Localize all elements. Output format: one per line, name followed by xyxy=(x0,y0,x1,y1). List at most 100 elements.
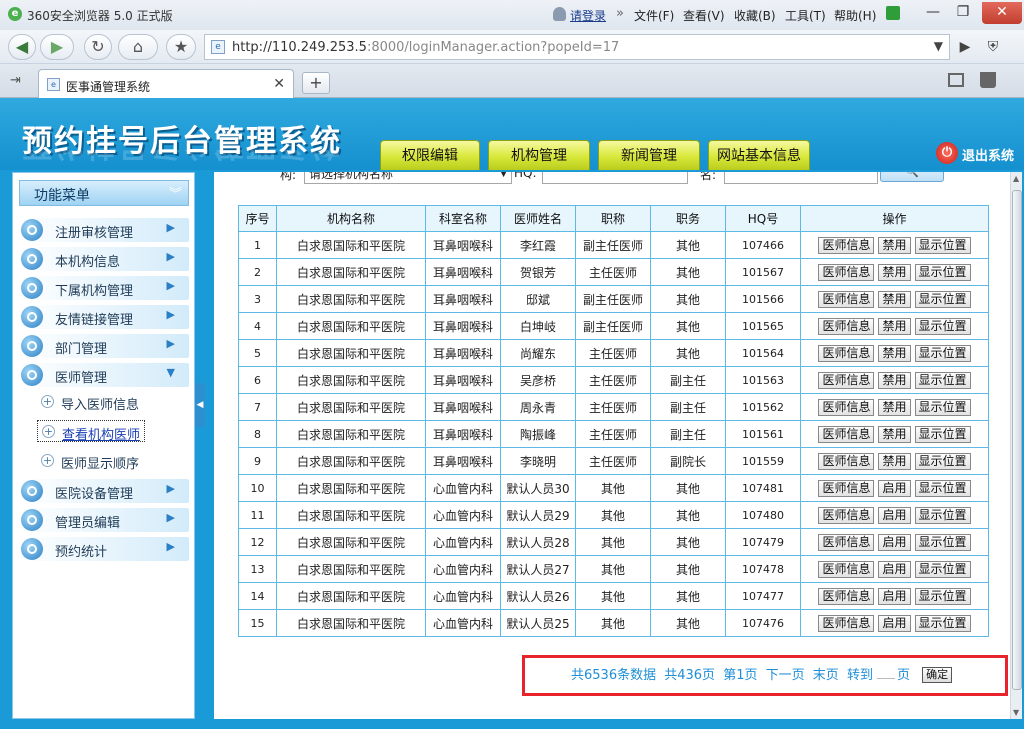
sidebar-item-links[interactable]: 友情链接管理 ▶ xyxy=(19,305,189,329)
sidebar-header[interactable]: 功能菜单 ︾ xyxy=(19,180,189,206)
toggle-status-button[interactable]: 禁用 xyxy=(878,371,911,389)
login-link[interactable]: 请登录 xyxy=(570,7,606,24)
window-switch-icon[interactable] xyxy=(948,73,964,87)
forward-button[interactable]: ▶ xyxy=(40,34,74,60)
toggle-status-button[interactable]: 禁用 xyxy=(878,236,911,254)
menu-favorites[interactable]: 收藏(B) xyxy=(734,7,776,24)
doctor-info-button[interactable]: 医师信息 xyxy=(818,614,875,632)
scroll-down-icon[interactable]: ▼ xyxy=(1013,708,1019,717)
menu-file[interactable]: 文件(F) xyxy=(634,7,674,24)
minimize-button[interactable]: — xyxy=(918,2,948,24)
chevron-down-icon[interactable]: ▼ xyxy=(934,39,943,53)
sidebar-item-admin-edit[interactable]: 管理员编辑 ▶ xyxy=(19,508,189,532)
show-location-button[interactable]: 显示位置 xyxy=(914,587,971,605)
page-scrollbar[interactable]: ▲ ▼ xyxy=(1010,172,1022,719)
show-location-button[interactable]: 显示位置 xyxy=(914,614,971,632)
show-location-button[interactable]: 显示位置 xyxy=(914,506,971,524)
sidebar-item-org-info[interactable]: 本机构信息 ▶ xyxy=(19,247,189,271)
show-location-button[interactable]: 显示位置 xyxy=(914,263,971,281)
doctor-info-button[interactable]: 医师信息 xyxy=(818,506,875,524)
sidebar-item-stats[interactable]: 预约统计 ▶ xyxy=(19,537,189,561)
toggle-status-button[interactable]: 禁用 xyxy=(878,317,911,335)
doctor-info-button[interactable]: 医师信息 xyxy=(818,533,875,551)
sidebar-subitem-view-doctors[interactable]: + 查看机构医师 xyxy=(37,420,145,443)
show-location-button[interactable]: 显示位置 xyxy=(914,344,971,362)
scroll-up-icon[interactable]: ▲ xyxy=(1013,174,1019,183)
show-location-button[interactable]: 显示位置 xyxy=(914,479,971,497)
toggle-status-button[interactable]: 禁用 xyxy=(878,263,911,281)
skin-icon[interactable] xyxy=(886,6,900,20)
doctor-info-button[interactable]: 医师信息 xyxy=(818,560,875,578)
pager-next-link[interactable]: 下一页 xyxy=(766,668,805,683)
toggle-status-button[interactable]: 启用 xyxy=(878,587,911,605)
sidebar-subitem-import-doctors[interactable]: + 导入医师信息 xyxy=(37,391,147,413)
toggle-status-button[interactable]: 启用 xyxy=(878,560,911,578)
close-window-button[interactable]: ✕ xyxy=(982,2,1022,24)
show-location-button[interactable]: 显示位置 xyxy=(914,290,971,308)
show-location-button[interactable]: 显示位置 xyxy=(914,398,971,416)
toggle-status-button[interactable]: 启用 xyxy=(878,506,911,524)
doctor-info-button[interactable]: 医师信息 xyxy=(818,452,875,470)
page-number-input[interactable] xyxy=(876,665,895,679)
restore-button[interactable]: ❐ xyxy=(948,2,978,24)
sidebar-item-sub-orgs[interactable]: 下属机构管理 ▶ xyxy=(19,276,189,300)
doctor-info-button[interactable]: 医师信息 xyxy=(818,371,875,389)
toggle-status-button[interactable]: 禁用 xyxy=(878,452,911,470)
sidebar-toggle-icon[interactable]: ⇥ xyxy=(10,73,21,88)
trash-icon[interactable] xyxy=(980,72,996,88)
pager-ok-button[interactable]: 确定 xyxy=(922,667,953,683)
menu-tools[interactable]: 工具(T) xyxy=(785,7,826,24)
doctor-info-button[interactable]: 医师信息 xyxy=(818,344,875,362)
favorite-star-button[interactable]: ★ xyxy=(166,34,196,60)
name-input[interactable] xyxy=(724,172,878,184)
show-location-button[interactable]: 显示位置 xyxy=(914,371,971,389)
nav-tab-site-info[interactable]: 网站基本信息 xyxy=(708,140,810,170)
scrollbar-thumb[interactable] xyxy=(1012,190,1022,690)
show-location-button[interactable]: 显示位置 xyxy=(914,317,971,335)
menu-view[interactable]: 查看(V) xyxy=(683,7,725,24)
doctor-info-button[interactable]: 医师信息 xyxy=(818,398,875,416)
toggle-status-button[interactable]: 禁用 xyxy=(878,398,911,416)
doctor-info-button[interactable]: 医师信息 xyxy=(818,587,875,605)
back-button[interactable]: ◀ xyxy=(8,34,36,60)
doctor-info-button[interactable]: 医师信息 xyxy=(818,479,875,497)
search-button[interactable]: 🔍 xyxy=(880,172,944,182)
hq-input[interactable] xyxy=(542,172,688,184)
close-tab-icon[interactable]: ✕ xyxy=(273,76,285,92)
doctor-info-button[interactable]: 医师信息 xyxy=(818,236,875,254)
browser-tab[interactable]: e 医事通管理系统 ✕ xyxy=(38,69,294,98)
sidebar-item-register-review[interactable]: 注册审核管理 ▶ xyxy=(19,218,189,242)
shield-icon[interactable]: ⛨ xyxy=(980,34,1006,60)
show-location-button[interactable]: 显示位置 xyxy=(914,236,971,254)
new-tab-button[interactable]: + xyxy=(302,72,330,94)
sidebar-item-equipment[interactable]: 医院设备管理 ▶ xyxy=(19,479,189,503)
toggle-status-button[interactable]: 禁用 xyxy=(878,344,911,362)
toggle-status-button[interactable]: 启用 xyxy=(878,533,911,551)
show-location-button[interactable]: 显示位置 xyxy=(914,560,971,578)
doctor-info-button[interactable]: 医师信息 xyxy=(818,290,875,308)
sidebar-item-departments[interactable]: 部门管理 ▶ xyxy=(19,334,189,358)
toggle-status-button[interactable]: 禁用 xyxy=(878,425,911,443)
show-location-button[interactable]: 显示位置 xyxy=(914,452,971,470)
toggle-status-button[interactable]: 启用 xyxy=(878,614,911,632)
doctor-info-button[interactable]: 医师信息 xyxy=(818,263,875,281)
sidebar-collapse-button[interactable]: ◀ xyxy=(195,383,205,427)
nav-tab-permissions[interactable]: 权限编辑 xyxy=(380,140,480,170)
toggle-status-button[interactable]: 启用 xyxy=(878,479,911,497)
pager-last-link[interactable]: 末页 xyxy=(813,668,839,683)
org-select[interactable]: 请选择机构名称 ▼ xyxy=(304,172,512,184)
doctor-info-button[interactable]: 医师信息 xyxy=(818,317,875,335)
nav-tab-institutions[interactable]: 机构管理 xyxy=(488,140,590,170)
sidebar-subitem-doctor-order[interactable]: + 医师显示顺序 xyxy=(37,450,161,472)
show-location-button[interactable]: 显示位置 xyxy=(914,425,971,443)
url-input[interactable]: e http://110.249.253.5:8000/loginManager… xyxy=(204,34,950,60)
nav-tab-news[interactable]: 新闻管理 xyxy=(598,140,700,170)
doctor-info-button[interactable]: 医师信息 xyxy=(818,425,875,443)
home-button[interactable]: ⌂ xyxy=(118,34,158,60)
menu-help[interactable]: 帮助(H) xyxy=(834,7,876,24)
go-button[interactable]: ▶ xyxy=(952,34,978,60)
sidebar-item-doctors[interactable]: 医师管理 ▼ xyxy=(19,363,189,387)
refresh-button[interactable]: ↻ xyxy=(84,34,112,60)
toggle-status-button[interactable]: 禁用 xyxy=(878,290,911,308)
show-location-button[interactable]: 显示位置 xyxy=(914,533,971,551)
